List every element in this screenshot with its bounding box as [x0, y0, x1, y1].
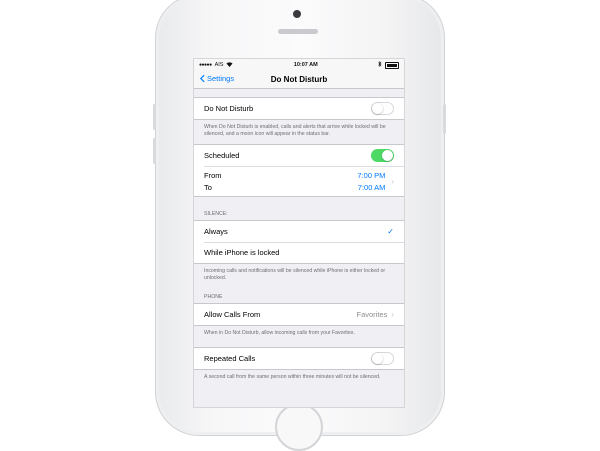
scheduled-row: Scheduled: [194, 145, 404, 166]
to-time: 7:00 AM: [357, 182, 386, 192]
allow-calls-label: Allow Calls From: [204, 310, 261, 319]
allow-calls-row[interactable]: Allow Calls From Favorites ›: [194, 304, 404, 325]
scheduled-label: Scheduled: [204, 151, 240, 160]
earpiece-speaker: [278, 29, 318, 34]
volume-up-button: [153, 104, 156, 130]
to-label: To: [204, 182, 212, 192]
back-button-label: Settings: [207, 74, 235, 83]
dnd-footer: When Do Not Disturb is enabled, calls an…: [204, 124, 386, 137]
silence-option-always[interactable]: Always ✓: [194, 221, 404, 242]
navigation-bar: Settings Do Not Disturb: [194, 71, 404, 89]
repeated-calls-footer: A second call from the same person withi…: [204, 374, 381, 380]
scheduled-toggle[interactable]: [371, 149, 394, 162]
dnd-group: Do Not Disturb: [194, 97, 404, 120]
front-camera: [293, 10, 301, 18]
bluetooth-icon: [378, 61, 382, 69]
dnd-toggle[interactable]: [371, 102, 394, 115]
power-button: [443, 104, 446, 134]
wifi-icon: [226, 61, 233, 69]
screen: ●●●●● AIS 10:07 AM Settings Do Not Distu…: [193, 58, 405, 408]
repeated-calls-row: Repeated Calls: [194, 348, 404, 369]
back-button[interactable]: Settings: [200, 74, 234, 83]
dnd-row: Do Not Disturb: [194, 98, 404, 119]
silence-option-label: Always: [204, 227, 228, 236]
allow-calls-footer: When in Do Not Disturb, allow incoming c…: [204, 330, 355, 336]
toggle-knob: [372, 103, 383, 114]
status-time: 10:07 AM: [293, 62, 318, 68]
phone-group: Allow Calls From Favorites ›: [194, 303, 404, 326]
status-bar: ●●●●● AIS 10:07 AM: [194, 59, 404, 71]
checkmark-icon: ✓: [387, 227, 394, 236]
silence-header: SILENCE:: [204, 211, 228, 217]
allow-calls-value: Favorites: [356, 310, 388, 319]
toggle-knob: [382, 150, 393, 161]
from-time: 7:00 PM: [357, 170, 386, 180]
signal-icon: ●●●●●: [199, 62, 212, 68]
silence-option-while-locked[interactable]: While iPhone is locked: [194, 242, 404, 263]
phone-header: PHONE: [204, 294, 223, 300]
repeated-calls-group: Repeated Calls: [194, 347, 404, 370]
silence-option-label: While iPhone is locked: [204, 248, 280, 257]
toggle-knob: [372, 353, 383, 364]
repeated-calls-label: Repeated Calls: [204, 354, 256, 363]
schedule-group: Scheduled From To 7:00 PM 7:00 AM ›: [194, 144, 404, 197]
from-label: From: [204, 170, 222, 180]
repeated-calls-toggle[interactable]: [371, 352, 394, 365]
silence-group: Always ✓ While iPhone is locked: [194, 220, 404, 264]
chevron-right-icon: ›: [391, 310, 394, 319]
home-button[interactable]: [275, 403, 323, 451]
chevron-right-icon: ›: [391, 176, 394, 186]
schedule-times-row[interactable]: From To 7:00 PM 7:00 AM ›: [194, 166, 404, 196]
page-title: Do Not Disturb: [270, 75, 328, 84]
volume-down-button: [153, 138, 156, 164]
carrier-label: AIS: [214, 62, 224, 68]
silence-footer: Incoming calls and notifications will be…: [204, 268, 386, 281]
battery-icon: [385, 61, 399, 69]
dnd-label: Do Not Disturb: [204, 104, 254, 113]
chevron-left-icon: [200, 74, 205, 83]
